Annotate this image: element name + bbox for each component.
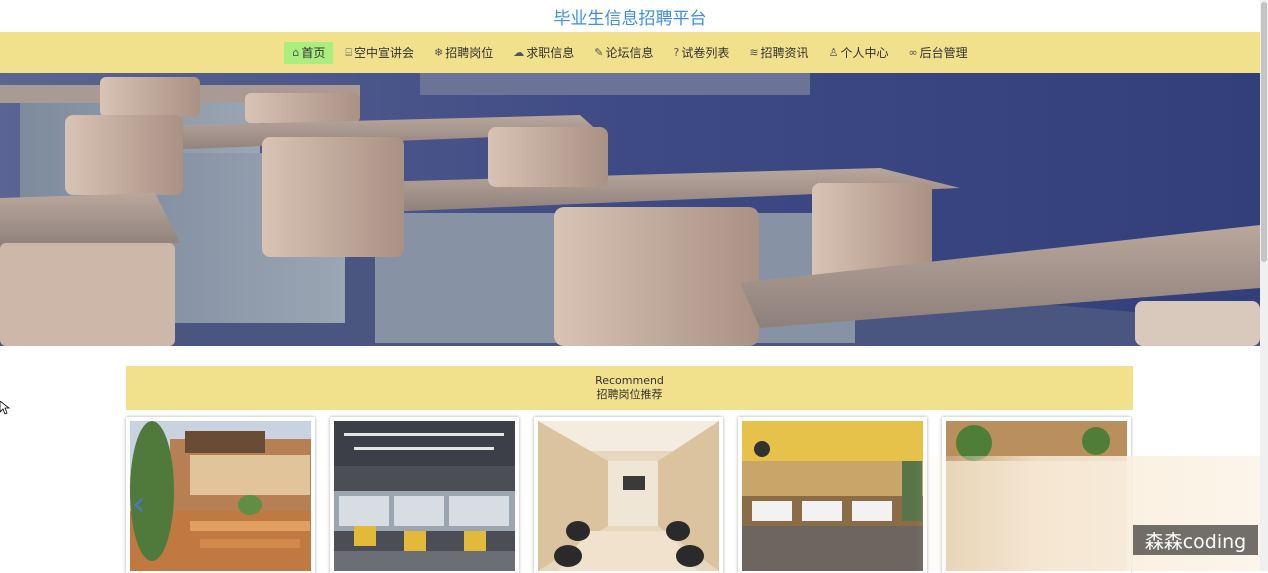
job-card-image xyxy=(130,421,311,571)
nav-item-news[interactable]: ≋ 招聘资讯 xyxy=(741,42,816,64)
recommend-header: Recommend 招聘岗位推荐 xyxy=(126,366,1133,410)
snowflake-icon: ❄ xyxy=(433,46,444,59)
link-icon: ∞ xyxy=(908,46,918,59)
job-card-image xyxy=(742,421,923,571)
job-card[interactable] xyxy=(738,417,927,573)
nav-item-profile[interactable]: ♙ 个人中心 xyxy=(821,42,897,64)
nav-label: 招聘资讯 xyxy=(760,46,809,60)
nav-label: 首页 xyxy=(301,46,326,60)
cloud-icon: ☁ xyxy=(513,46,525,59)
nav-item-forum[interactable]: ✎ 论坛信息 xyxy=(586,42,661,64)
nav-label: 后台管理 xyxy=(919,46,968,60)
job-card-image xyxy=(538,421,719,571)
graduation-cap-icon: ≋ xyxy=(749,46,759,59)
classroom-banner-image xyxy=(0,73,1260,346)
nav-item-admin[interactable]: ∞ 后台管理 xyxy=(900,42,975,64)
recommend-title-cn: 招聘岗位推荐 xyxy=(596,388,663,401)
job-card[interactable] xyxy=(126,417,315,573)
scrollbar-thumb[interactable] xyxy=(1261,2,1267,262)
nav-label: 论坛信息 xyxy=(605,46,654,60)
mouse-cursor-icon xyxy=(0,401,10,415)
banner-carousel[interactable] xyxy=(0,73,1260,346)
main-nav: ⌂ 首页 ⌸ 空中宣讲会 ❄ 招聘岗位 ☁ 求职信息 ✎ 论坛信息 ? 试卷列表… xyxy=(0,32,1260,73)
page-scrollbar[interactable] xyxy=(1260,0,1268,571)
home-icon: ⌂ xyxy=(292,46,300,59)
watermark: 森森coding xyxy=(1133,525,1258,555)
nav-item-air-talk[interactable]: ⌸ 空中宣讲会 xyxy=(337,42,422,64)
edit-icon: ✎ xyxy=(594,46,604,59)
user-icon: ♙ xyxy=(828,46,839,59)
nav-label: 求职信息 xyxy=(526,46,575,60)
job-card-image xyxy=(334,421,515,571)
nav-item-home[interactable]: ⌂ 首页 xyxy=(284,41,334,64)
nav-item-job-seeking[interactable]: ☁ 求职信息 xyxy=(505,42,582,64)
nav-item-exams[interactable]: ? 试卷列表 xyxy=(665,42,737,64)
nav-label: 个人中心 xyxy=(840,46,889,60)
nav-label: 试卷列表 xyxy=(681,46,730,60)
recommend-title-en: Recommend xyxy=(595,374,664,387)
job-card[interactable] xyxy=(330,417,519,573)
carousel-prev-arrow[interactable]: ‹ xyxy=(132,486,154,522)
nav-item-jobs[interactable]: ❄ 招聘岗位 xyxy=(426,42,501,64)
help-icon: ? xyxy=(673,46,680,59)
nav-label: 空中宣讲会 xyxy=(353,46,414,60)
site-title: 毕业生信息招聘平台 xyxy=(553,8,707,29)
broadcast-icon: ⌸ xyxy=(345,46,352,59)
job-card[interactable] xyxy=(534,417,723,573)
nav-label: 招聘岗位 xyxy=(445,46,494,60)
